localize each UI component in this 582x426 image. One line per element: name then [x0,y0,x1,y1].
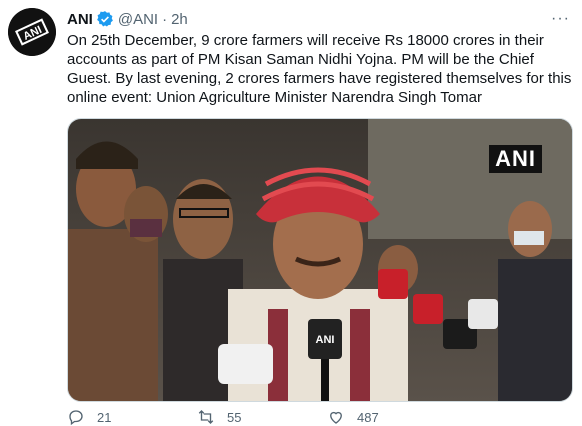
tweet-actions: 21 55 487 [67,408,457,426]
author-avatar[interactable]: ANI [8,8,56,56]
tweet-timestamp[interactable]: 2h [171,11,188,28]
author-name[interactable]: ANI [67,11,93,28]
tweet-media-image[interactable]: ANI ANI [67,118,573,402]
reply-icon [69,410,83,426]
mic-ani-logo: ANI [316,334,335,346]
ani-logo-icon: ANI [8,8,56,56]
like-count: 487 [357,409,379,425]
retweet-button[interactable]: 55 [197,408,327,426]
separator-dot: · [162,10,168,28]
media-watermark: ANI [489,145,542,173]
verified-badge-icon [96,10,114,28]
reply-count: 21 [97,409,112,425]
like-icon [330,411,342,424]
author-handle[interactable]: @ANI [118,11,158,28]
retweet-icon [198,410,214,424]
more-icon[interactable]: ··· [551,10,570,28]
reply-button[interactable]: 21 [67,408,197,426]
retweet-count: 55 [227,409,242,425]
tweet-text: On 25th December, 9 crore farmers will r… [67,32,572,106]
tweet-header: ANI @ANI · 2h [67,9,188,29]
like-button[interactable]: 487 [327,408,457,426]
